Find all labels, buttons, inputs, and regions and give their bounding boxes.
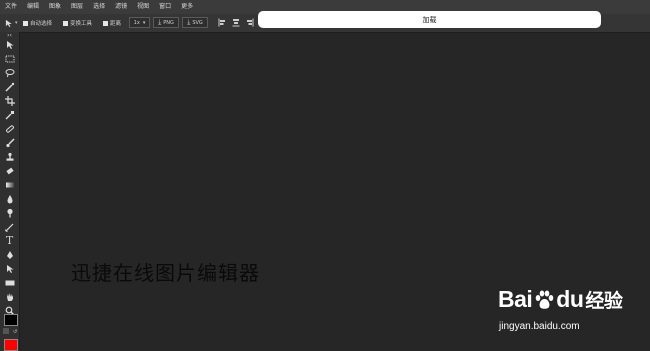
- crop-icon: [4, 95, 15, 106]
- distance-option[interactable]: 距离: [103, 18, 121, 28]
- menu-filter[interactable]: 滤镜: [110, 0, 132, 14]
- path-select-icon: [6, 264, 13, 273]
- anchor-pen-tool[interactable]: [3, 249, 16, 260]
- stamp-icon: [6, 152, 13, 161]
- magic-wand-icon: [4, 82, 14, 92]
- brush-tool[interactable]: [3, 137, 16, 148]
- hand-icon: [6, 292, 13, 301]
- transform-tools-option[interactable]: 变换工具: [63, 18, 92, 28]
- zoom-select[interactable]: 1x ▾: [129, 17, 150, 28]
- auto-select-checkbox[interactable]: [23, 20, 28, 26]
- gradient-tool[interactable]: [3, 179, 16, 190]
- swap-colors-icon[interactable]: [3, 328, 9, 334]
- eraser-tool[interactable]: [3, 165, 16, 176]
- gradient-icon: [5, 182, 14, 187]
- transform-tools-label: 变换工具: [70, 21, 93, 27]
- hand-tool[interactable]: [3, 291, 16, 302]
- menu-edit[interactable]: 编辑: [22, 0, 44, 14]
- logo-jingyan: 经验: [585, 290, 623, 312]
- rectangle-tool[interactable]: [3, 277, 16, 288]
- reset-colors-icon[interactable]: ↺: [13, 329, 17, 335]
- logo-du: du: [556, 286, 584, 312]
- stamp-tool[interactable]: [3, 151, 16, 162]
- dodge-icon: [6, 208, 13, 217]
- zoom-value: 1x: [133, 19, 140, 26]
- brush-icon: [5, 137, 15, 147]
- pen-nib-icon: [6, 250, 13, 259]
- pen-tool[interactable]: [3, 221, 16, 232]
- paw-icon: [535, 290, 554, 309]
- distance-checkbox[interactable]: [103, 20, 108, 26]
- logo-bai: Bai: [498, 286, 533, 312]
- export-png-label: PNG: [163, 19, 174, 26]
- menu-view[interactable]: 视图: [132, 0, 154, 14]
- magic-wand-tool[interactable]: [3, 81, 16, 92]
- healing-icon: [5, 124, 14, 133]
- menu-more[interactable]: 更多: [176, 0, 198, 14]
- pen-icon: [4, 223, 13, 232]
- loading-label: 加载: [422, 15, 437, 24]
- eraser-icon: [5, 167, 14, 174]
- path-select-tool[interactable]: [3, 263, 16, 274]
- rectangle-icon: [5, 280, 14, 285]
- type-icon: T: [5, 234, 14, 247]
- crop-tool[interactable]: [3, 95, 16, 106]
- dodge-tool[interactable]: [3, 207, 16, 218]
- auto-select-label: 自动选择: [30, 21, 53, 27]
- marquee-icon: [5, 55, 14, 62]
- download-icon: ⤓: [158, 18, 162, 26]
- blur-tool[interactable]: [3, 193, 16, 204]
- move-tool-indicator: ▾: [5, 18, 18, 28]
- watermark-text: 迅捷在线图片编辑器: [71, 261, 260, 285]
- blur-icon: [7, 194, 12, 203]
- marquee-tool[interactable]: [3, 53, 16, 64]
- baidu-jingyan-logo: Bai du 经验: [498, 286, 623, 313]
- align-right-icon[interactable]: [246, 18, 254, 27]
- background-color-swatch[interactable]: [4, 339, 18, 351]
- menu-image[interactable]: 图象: [44, 0, 66, 14]
- align-center-icon[interactable]: [232, 18, 240, 27]
- chevron-down-icon: ▾: [142, 19, 146, 26]
- menu-layer[interactable]: 图层: [66, 0, 88, 14]
- export-svg-label: SVG: [192, 19, 203, 26]
- type-tool[interactable]: T: [3, 234, 16, 247]
- foreground-color-swatch[interactable]: [4, 314, 18, 326]
- collapse-panel-icon[interactable]: ›‹: [3, 32, 16, 39]
- move-icon: [6, 40, 13, 49]
- eyedropper-tool[interactable]: [3, 109, 16, 120]
- lasso-icon: [5, 68, 14, 77]
- export-png-button[interactable]: ⤓ PNG: [153, 17, 179, 28]
- distance-label: 距离: [110, 21, 122, 27]
- menu-window[interactable]: 窗口: [154, 0, 176, 14]
- logo-url: jingyan.baidu.com: [499, 321, 580, 332]
- move-tool[interactable]: [3, 39, 16, 50]
- export-svg-button[interactable]: ⤓ SVG: [182, 17, 208, 28]
- align-left-icon[interactable]: [218, 18, 226, 27]
- download-icon: ⤓: [187, 18, 191, 26]
- healing-tool[interactable]: [3, 123, 16, 134]
- move-icon: [5, 19, 12, 27]
- transform-tools-checkbox[interactable]: [63, 20, 68, 26]
- eyedropper-icon: [5, 110, 14, 119]
- menu-file[interactable]: 文件: [0, 0, 22, 14]
- auto-select-option[interactable]: 自动选择: [23, 18, 52, 28]
- lasso-tool[interactable]: [3, 67, 16, 78]
- menu-select[interactable]: 选择: [88, 0, 110, 14]
- loading-indicator: 加载: [258, 11, 601, 28]
- tools-panel: ›‹ T ↺: [0, 32, 20, 351]
